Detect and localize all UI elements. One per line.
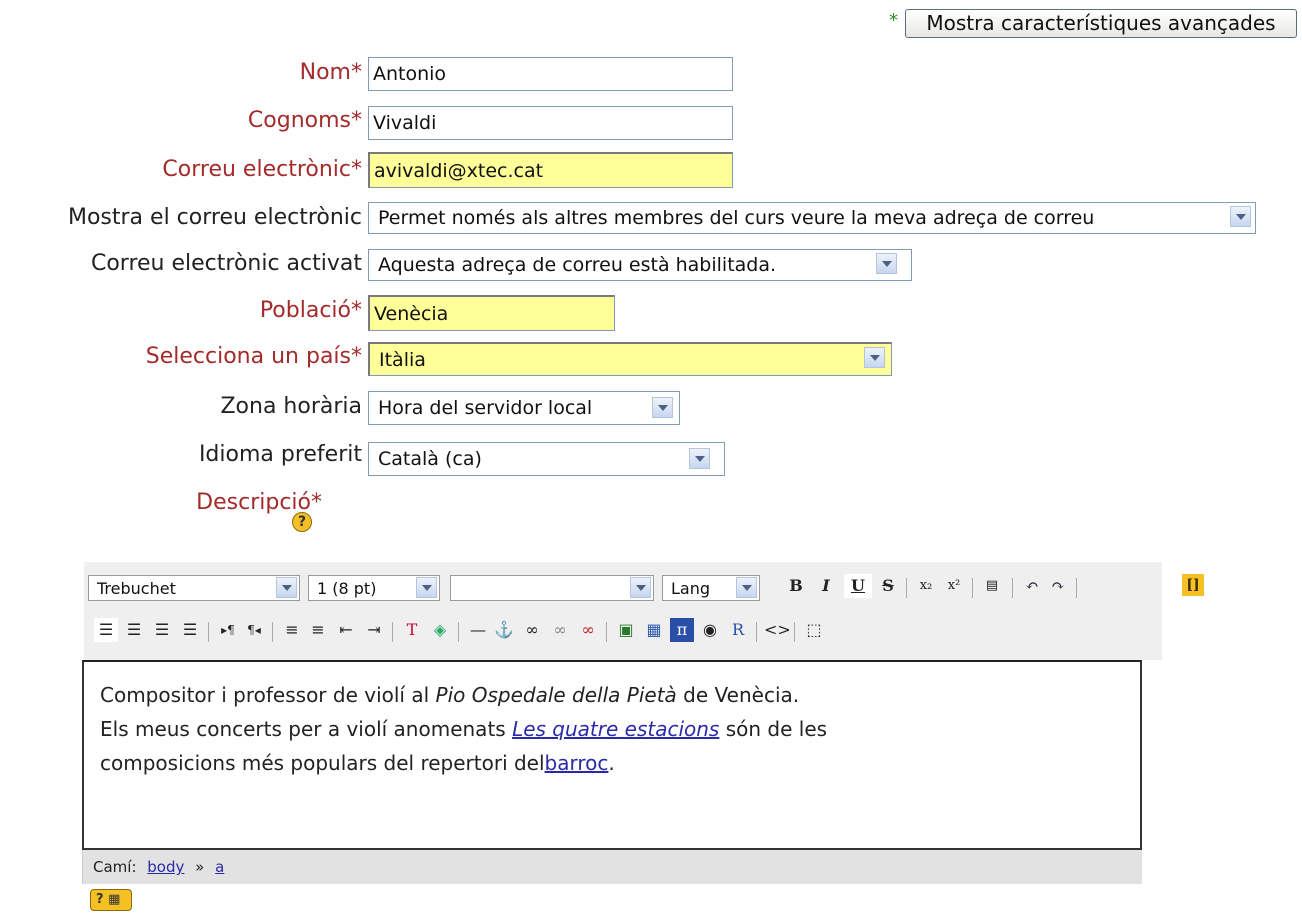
nolink-icon[interactable]: ∞ xyxy=(576,618,600,642)
label-email-enabled: Correu electrònic activat xyxy=(90,251,362,276)
chevron-down-icon[interactable] xyxy=(736,577,757,598)
email-enabled-select[interactable]: Aquesta adreça de correu està habilitada… xyxy=(368,249,912,281)
question-icon[interactable]: ? xyxy=(292,512,312,532)
chevron-down-icon[interactable] xyxy=(1230,206,1251,227)
anchor-icon[interactable]: ⚓ xyxy=(492,618,516,642)
country-value: Itàlia xyxy=(379,349,426,371)
editor-content[interactable]: Compositor i professor de violí al Pio O… xyxy=(82,660,1142,850)
path-separator: » xyxy=(195,858,205,876)
superscript-icon[interactable]: x² xyxy=(942,574,966,598)
editor-path-bar: Camí: body » a xyxy=(82,850,1142,884)
ltr-icon[interactable]: ▸¶ xyxy=(216,618,240,642)
justify-icon[interactable]: ☰ xyxy=(178,618,202,642)
search-replace-icon[interactable]: R xyxy=(726,618,750,642)
editor-toolbar: Trebuchet 1 (8 pt) Lang B I U S x₂ x² ▤ … xyxy=(84,562,1204,660)
bg-color-icon[interactable]: ◈ xyxy=(428,618,452,642)
chevron-down-icon[interactable] xyxy=(276,577,297,598)
table-icon[interactable]: ▦ xyxy=(642,618,666,642)
show-advanced-button[interactable]: Mostra característiques avançades xyxy=(905,9,1297,38)
label-cognoms: Cognoms* xyxy=(247,108,362,133)
bold-icon[interactable]: B xyxy=(784,574,808,598)
label-city: Població* xyxy=(259,298,362,323)
email-field[interactable]: avivaldi@xtec.cat xyxy=(368,152,733,188)
language-value: Català (ca) xyxy=(378,448,482,470)
keyboard-help-icon[interactable]: ? ▦ xyxy=(90,889,132,911)
text-color-icon[interactable]: T xyxy=(400,618,424,642)
horizontal-rule-icon[interactable]: — xyxy=(466,618,490,642)
chevron-down-icon[interactable] xyxy=(689,448,710,469)
underline-icon[interactable]: U xyxy=(844,574,872,598)
path-crumb-a[interactable]: a xyxy=(215,858,224,876)
indent-icon[interactable]: ⇥ xyxy=(362,618,386,642)
language-select[interactable]: Català (ca) xyxy=(368,442,725,476)
nom-field[interactable]: Antonio xyxy=(368,57,733,91)
city-field[interactable]: Venècia xyxy=(368,295,615,331)
outdent-icon[interactable]: ⇤ xyxy=(334,618,358,642)
chevron-down-icon[interactable] xyxy=(864,347,885,368)
math-icon[interactable]: π xyxy=(670,618,694,642)
barroc-link[interactable]: barroc xyxy=(545,751,609,775)
label-email: Correu electrònic* xyxy=(162,157,362,182)
label-email-display: Mostra el correu electrònic xyxy=(67,205,362,230)
editor-line-1: Compositor i professor de violí al Pio O… xyxy=(100,683,800,707)
undo-icon[interactable]: ↶ xyxy=(1020,574,1044,598)
email-display-value: Permet només als altres membres del curs… xyxy=(378,207,1095,229)
italic-icon[interactable]: I xyxy=(814,574,838,598)
label-nom: Nom* xyxy=(299,60,362,85)
label-country: Selecciona un país* xyxy=(145,344,362,369)
style-select[interactable] xyxy=(450,575,654,601)
font-family-select[interactable]: Trebuchet xyxy=(88,575,300,601)
path-label: Camí: xyxy=(93,858,137,876)
quatre-estacions-link[interactable]: Les quatre estacions xyxy=(512,717,719,741)
lang-value: Lang xyxy=(671,579,711,598)
lang-select[interactable]: Lang xyxy=(662,575,760,601)
country-select[interactable]: Itàlia xyxy=(368,342,892,376)
unlink-icon[interactable]: ∞ xyxy=(548,618,572,642)
timezone-select[interactable]: Hora del servidor local xyxy=(368,391,680,425)
emoticon-icon[interactable]: ◉ xyxy=(698,618,722,642)
clean-word-icon[interactable]: ▤ xyxy=(980,574,1004,598)
timezone-value: Hora del servidor local xyxy=(378,397,593,419)
strikethrough-icon[interactable]: S xyxy=(876,574,900,598)
required-marker: * xyxy=(889,10,898,31)
subscript-icon[interactable]: x₂ xyxy=(914,574,938,598)
chevron-down-icon[interactable] xyxy=(652,397,673,418)
font-family-value: Trebuchet xyxy=(97,579,176,598)
path-crumb-body[interactable]: body xyxy=(147,858,184,876)
ordered-list-icon[interactable]: ≡ xyxy=(280,618,304,642)
font-size-select[interactable]: 1 (8 pt) xyxy=(308,575,440,601)
font-size-value: 1 (8 pt) xyxy=(317,579,377,598)
rtl-icon[interactable]: ¶◂ xyxy=(242,618,266,642)
align-center-icon[interactable]: ☰ xyxy=(122,618,146,642)
image-icon[interactable]: ▣ xyxy=(614,618,638,642)
fullscreen-icon[interactable]: ⬚ xyxy=(802,618,826,642)
chevron-down-icon[interactable] xyxy=(416,577,437,598)
editor-line-3: composicions més populars del repertori … xyxy=(100,751,615,775)
align-left-icon[interactable]: ☰ xyxy=(94,618,118,642)
email-display-select[interactable]: Permet només als altres membres del curs… xyxy=(368,202,1256,234)
redo-icon[interactable]: ↷ xyxy=(1046,574,1070,598)
cognoms-field[interactable]: Vivaldi xyxy=(368,106,733,140)
chevron-down-icon[interactable] xyxy=(630,577,651,598)
label-language: Idioma preferit xyxy=(198,442,362,467)
email-enabled-value: Aquesta adreça de correu està habilitada… xyxy=(378,254,777,276)
unordered-list-icon[interactable]: ≡ xyxy=(306,618,330,642)
align-right-icon[interactable]: ☰ xyxy=(150,618,174,642)
editor-line-2: Els meus concerts per a violí anomenats … xyxy=(100,717,828,741)
link-icon[interactable]: ∞ xyxy=(520,618,544,642)
label-timezone: Zona horària xyxy=(220,394,362,419)
chevron-down-icon[interactable] xyxy=(876,253,897,274)
fullscreen-bracket-icon[interactable]: [] xyxy=(1182,574,1204,596)
html-source-icon[interactable]: <> xyxy=(764,618,791,642)
